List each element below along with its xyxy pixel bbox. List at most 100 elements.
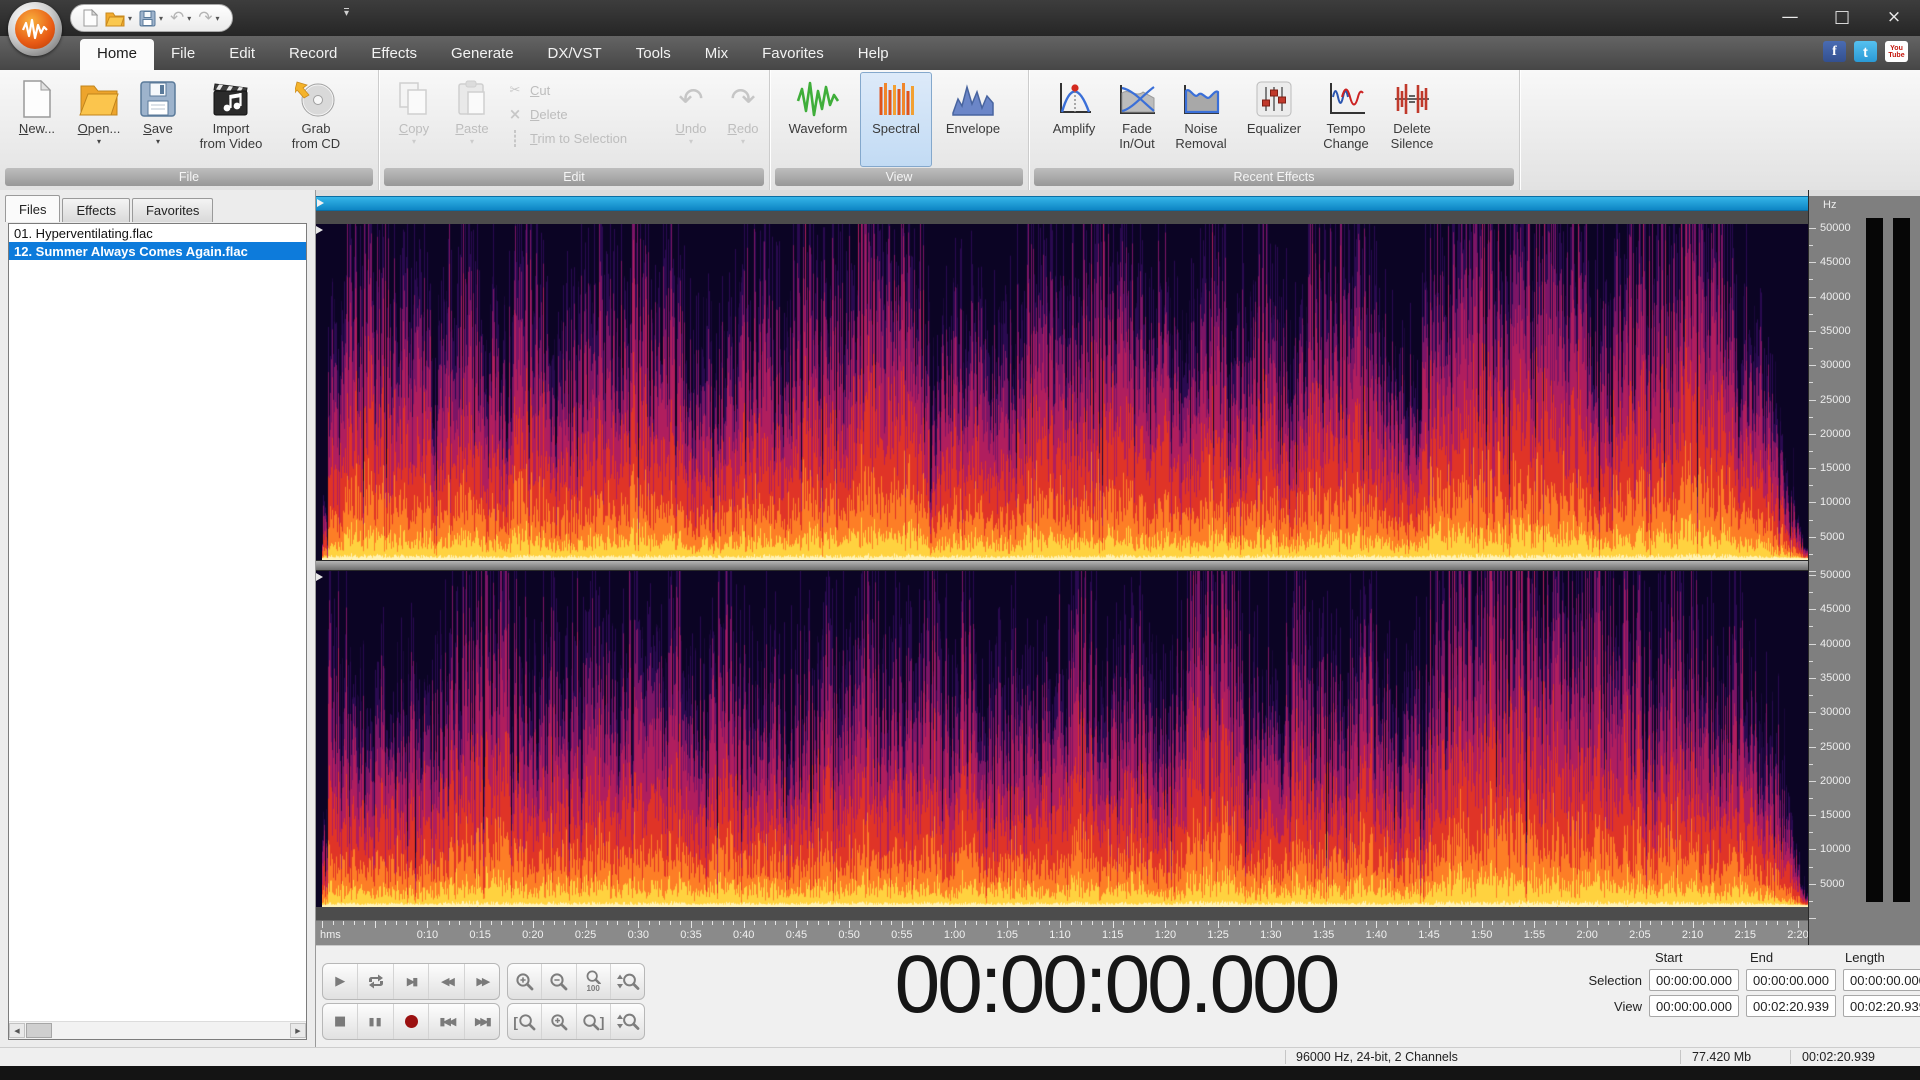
open-folder-icon	[78, 77, 120, 121]
ruler-tick	[1587, 921, 1589, 928]
spectrogram-channel-1[interactable]	[322, 224, 1808, 560]
zoom-out-button[interactable]	[542, 964, 577, 999]
save-button[interactable]: Save ▾	[130, 72, 186, 165]
zoom-selection-start-button[interactable]: [	[508, 1004, 543, 1039]
dropdown-icon: ▾	[155, 137, 160, 146]
ruler-tick	[659, 921, 661, 925]
delete-button: × Delete	[507, 104, 659, 124]
play-to-end-button[interactable]: ▶▮	[394, 964, 430, 999]
scroll-right-button[interactable]: ▶	[290, 1023, 306, 1038]
tempo-change-button[interactable]: Tempo Change	[1313, 72, 1379, 165]
noise-removal-button[interactable]: Noise Removal	[1167, 72, 1235, 165]
zoom-in-button[interactable]	[508, 964, 543, 999]
facebook-icon[interactable]: f	[1823, 41, 1846, 62]
ruler-tick	[796, 921, 798, 928]
ruler-tick	[1218, 921, 1220, 928]
open-quick-button[interactable]: ▾	[105, 10, 132, 27]
ruler-tick	[785, 921, 787, 925]
equalizer-label: Equalizer	[1246, 121, 1302, 136]
amplify-label: Amplify	[1052, 121, 1096, 136]
grab-from-cd-button[interactable]: Grab from CD	[276, 72, 356, 165]
view-end-field[interactable]: 00:02:20.939	[1746, 995, 1836, 1017]
ribbon-tab-help[interactable]: Help	[841, 38, 906, 70]
undo-quick-button[interactable]: ↶ ▾	[170, 9, 191, 27]
ruler-time-label: 2:05	[1629, 929, 1651, 941]
freq-tick-minor	[1809, 553, 1813, 555]
channel-splitter[interactable]	[316, 560, 1808, 571]
new-document-quick-button[interactable]	[83, 9, 98, 27]
scrollbar-thumb[interactable]	[26, 1023, 52, 1038]
ribbon-tab-generate[interactable]: Generate	[434, 38, 531, 70]
view-start-field[interactable]: 00:00:00.000	[1649, 995, 1739, 1017]
ribbon-tab-home[interactable]: Home	[80, 39, 155, 70]
open-button[interactable]: Open... ▾	[68, 72, 130, 165]
save-floppy-icon	[140, 77, 176, 121]
stop-button[interactable]: ■	[323, 1004, 359, 1039]
fast-forward-button[interactable]: ▶▶	[465, 964, 499, 999]
equalizer-button[interactable]: Equalizer	[1235, 72, 1313, 165]
twitter-icon[interactable]: t	[1854, 41, 1877, 62]
ribbon-tab-tools[interactable]: Tools	[619, 38, 688, 70]
ribbon-tab-dx-vst[interactable]: DX/VST	[531, 38, 619, 70]
scroll-left-button[interactable]: ◀	[9, 1023, 25, 1038]
amplify-button[interactable]: Amplify	[1041, 72, 1107, 165]
horizontal-scrollbar[interactable]: ◀ ▶	[9, 1021, 306, 1039]
spectrogram-channel-2[interactable]	[322, 571, 1808, 907]
view-length-field[interactable]: 00:02:20.939	[1843, 995, 1920, 1017]
ribbon-tab-effects[interactable]: Effects	[354, 38, 434, 70]
ribbon-tab-edit[interactable]: Edit	[212, 38, 272, 70]
file-list-item[interactable]: 01. Hyperventilating.flac	[9, 224, 306, 242]
selection-length-field[interactable]: 00:00:00.000	[1843, 969, 1920, 991]
panel-tab-favorites[interactable]: Favorites	[131, 198, 214, 222]
selection-start-field[interactable]: 00:00:00.000	[1649, 969, 1739, 991]
import-from-video-button[interactable]: Import from Video	[186, 72, 276, 165]
app-logo-button[interactable]	[8, 2, 62, 56]
fade-in-out-button[interactable]: Fade In/Out	[1107, 72, 1167, 165]
save-quick-button[interactable]: ▾	[139, 10, 163, 27]
waveform-view-button[interactable]: Waveform	[776, 72, 860, 165]
ruler-tick	[1671, 921, 1673, 925]
selection-end-field[interactable]: 00:00:00.000	[1746, 969, 1836, 991]
play-button[interactable]: ▶	[323, 964, 359, 999]
delete-silence-button[interactable]: Delete Silence	[1379, 72, 1445, 165]
close-button[interactable]: ×	[1868, 0, 1920, 34]
ruler-tick	[1165, 921, 1167, 928]
minimize-button[interactable]: —	[1764, 0, 1816, 34]
customize-toolbar-button[interactable]: ▾	[344, 8, 350, 19]
ribbon-tab-file[interactable]: File	[154, 38, 212, 70]
ruler-tick	[459, 921, 461, 925]
pause-button[interactable]: ▮▮	[358, 1004, 394, 1039]
ribbon-tab-favorites[interactable]: Favorites	[745, 38, 841, 70]
redo-quick-button[interactable]: ↷ ▾	[198, 9, 219, 27]
freq-tick	[1809, 815, 1816, 817]
ruler-tick	[996, 921, 998, 925]
file-list-item[interactable]: 12. Summer Always Comes Again.flac	[9, 242, 306, 260]
overview-navigation-bar[interactable]	[316, 196, 1808, 211]
zoom-selection-end-button[interactable]: ]	[577, 1004, 611, 1039]
zoom-in-selection-button[interactable]	[542, 1004, 577, 1039]
undo-button: ↶ Undo ▾	[665, 72, 717, 165]
go-to-end-button[interactable]: ▶▶▮	[465, 1004, 499, 1039]
panel-tab-effects[interactable]: Effects	[62, 198, 130, 222]
ribbon-tab-mix[interactable]: Mix	[688, 38, 745, 70]
ruler-time-label: 0:25	[574, 929, 597, 941]
freq-tick	[1809, 677, 1816, 679]
zoom-100-button[interactable]: 100	[577, 964, 611, 999]
ruler-tick	[1734, 921, 1736, 925]
ribbon-tab-record[interactable]: Record	[272, 38, 354, 70]
youtube-icon[interactable]: You Tube	[1885, 41, 1908, 62]
maximize-button[interactable]: □	[1816, 0, 1868, 34]
zoom-vertical-button[interactable]	[611, 964, 644, 999]
envelope-view-button[interactable]: Envelope	[932, 72, 1014, 165]
freq-label: 5000	[1820, 877, 1845, 890]
spectral-view-button[interactable]: Spectral	[860, 72, 932, 167]
ruler-time-label: 2:10	[1681, 929, 1704, 941]
new-button[interactable]: New...	[6, 72, 68, 165]
loop-playback-button[interactable]	[358, 964, 394, 999]
record-button[interactable]	[394, 1004, 430, 1039]
rewind-button[interactable]: ◀◀	[429, 964, 465, 999]
zoom-vertical-fit-button[interactable]	[611, 1004, 644, 1039]
go-to-start-button[interactable]: ▮◀◀	[429, 1004, 465, 1039]
panel-tab-files[interactable]: Files	[5, 195, 61, 222]
level-meter-right	[1893, 218, 1910, 902]
